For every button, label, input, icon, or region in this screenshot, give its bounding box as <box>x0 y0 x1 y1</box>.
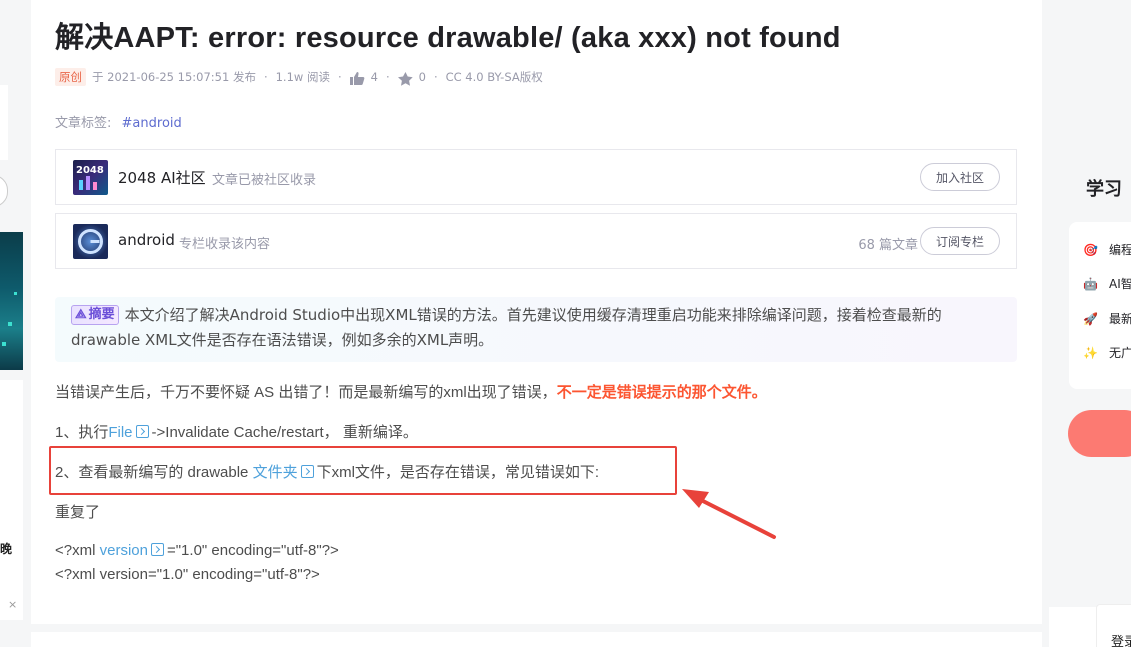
like-count: 4 <box>370 70 378 84</box>
paragraph-1-highlight: 不一定是错误提示的那个文件。 <box>556 384 767 401</box>
community-desc: 文章已被社区收录 <box>212 173 317 188</box>
thumbs-up-icon[interactable] <box>349 71 365 85</box>
right-sidebar-heading: 学习 <box>1086 179 1122 200</box>
article-summary: ⟁ 摘要 本文介绍了解决Android Studio中出现XML错误的方法。首先建议… <box>55 297 1017 362</box>
right-item-label: 最新 <box>1109 312 1131 326</box>
left-banner-image[interactable] <box>0 232 23 370</box>
right-item-no-ads[interactable]: ✨ 无广 <box>1083 344 1131 361</box>
robot-icon: 🤖 <box>1083 276 1098 291</box>
code-line-1: <?xml version ="1.0" encoding="utf-8"?> <box>55 542 339 559</box>
meta-separator: · <box>433 70 438 84</box>
paragraph-2: 1、执行File ->Invalidate Cache/restart， 重新编译… <box>55 421 418 442</box>
close-icon[interactable]: × <box>8 598 17 611</box>
right-item-label: 编程 <box>1109 243 1131 257</box>
annotation-highlight-box <box>49 446 677 495</box>
search-link-icon[interactable] <box>150 543 164 556</box>
subscribe-column-button[interactable]: 订阅专栏 <box>920 227 1000 255</box>
meta-separator: · <box>337 70 342 84</box>
left-card-lower <box>0 380 23 620</box>
right-item-coding[interactable]: 🎯 编程 <box>1083 241 1131 258</box>
paragraph-2-suffix: ->Invalidate Cache/restart， 重新编译。 <box>151 424 418 441</box>
svg-text:2048: 2048 <box>76 165 104 176</box>
column-logo <box>73 224 108 259</box>
tags-label: 文章标签: <box>55 116 112 131</box>
right-item-ai[interactable]: 🤖 AI智 <box>1083 275 1131 292</box>
code-line-1-suffix: ="1.0" encoding="utf-8"?> <box>166 542 339 559</box>
annotation-arrow-icon <box>682 489 776 539</box>
column-name[interactable]: android <box>118 231 175 249</box>
column-card[interactable]: android 专栏收录该内容 68 篇文章 订阅专栏 <box>55 213 1017 269</box>
tag-android[interactable]: #android <box>122 116 182 131</box>
summary-text: 本文介绍了解决Android Studio中出现XML错误的方法。首先建议使用缓… <box>71 306 942 349</box>
community-card[interactable]: 2048 2048 AI社区 文章已被社区收录 加入社区 <box>55 149 1017 205</box>
summary-badge-label: 摘要 <box>88 307 115 322</box>
article-footer-strip <box>31 632 1042 647</box>
publish-time: 于 2021-06-25 15:07:51 发布 <box>92 70 256 84</box>
star-collect-icon[interactable] <box>397 71 413 86</box>
left-partial-text: 晚 <box>0 542 13 556</box>
target-icon: 🎯 <box>1083 242 1098 257</box>
code-line-2: <?xml version="1.0" encoding="utf-8"?> <box>55 566 320 583</box>
paragraph-1: 当错误产生后，千万不要怀疑 AS 出错了！而是最新编写的xml出现了错误，不一定… <box>55 381 767 402</box>
right-item-label: 无广 <box>1109 346 1131 360</box>
right-sidebar-card: 🎯 编程 🤖 AI智 🚀 最新 ✨ 无广 <box>1069 222 1131 389</box>
paragraph-1-text: 当错误产生后，千万不要怀疑 AS 出错了！而是最新编写的xml出现了错误， <box>55 384 557 401</box>
sparkle-icon: ✨ <box>1083 345 1098 360</box>
article-title: 解决AAPT: error: resource drawable/ (aka x… <box>55 22 841 54</box>
summary-badge: ⟁ 摘要 <box>71 304 119 325</box>
rocket-icon: 🚀 <box>1083 311 1098 326</box>
article-container: 解决AAPT: error: resource drawable/ (aka x… <box>31 0 1042 624</box>
right-login-panel: 登录 <box>1049 604 1131 647</box>
meta-separator: · <box>263 70 268 84</box>
login-button[interactable]: 登录 <box>1111 631 1131 647</box>
version-link[interactable]: version <box>100 542 148 559</box>
paragraph-2-prefix: 1、执行 <box>55 424 109 441</box>
meta-separator: · <box>385 70 390 84</box>
paragraph-4: 重复了 <box>55 504 101 521</box>
summary-icon: ⟁ <box>75 307 87 322</box>
original-badge: 原创 <box>55 68 86 86</box>
article-tags: 文章标签: #android <box>55 112 182 131</box>
article-meta: 原创 于 2021-06-25 15:07:51 发布 · 1.1w 阅读 · … <box>55 67 543 87</box>
code-line-1-prefix: <?xml <box>55 542 100 559</box>
column-desc: 专栏收录该内容 <box>179 237 271 252</box>
column-article-count: 68 篇文章 <box>858 238 918 253</box>
right-action-button[interactable] <box>1068 410 1131 457</box>
collect-count: 0 <box>418 70 426 84</box>
file-link[interactable]: File <box>108 424 132 441</box>
left-sidebar: 晚 × <box>0 0 23 647</box>
right-item-latest[interactable]: 🚀 最新 <box>1083 310 1131 327</box>
join-community-button[interactable]: 加入社区 <box>920 163 1000 191</box>
view-count: 1.1w 阅读 <box>275 70 330 84</box>
community-name[interactable]: 2048 AI社区 <box>118 167 206 188</box>
search-link-icon[interactable] <box>135 425 149 438</box>
left-round-button[interactable] <box>0 175 8 207</box>
license-text[interactable]: CC 4.0 BY-SA版权 <box>446 69 543 85</box>
right-item-label: AI智 <box>1109 277 1131 291</box>
left-card <box>0 85 8 160</box>
community-logo: 2048 <box>73 160 108 195</box>
